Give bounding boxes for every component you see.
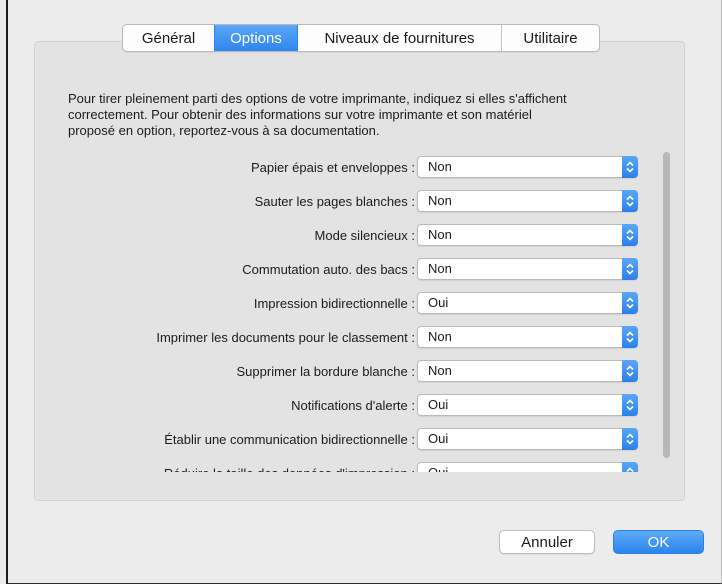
option-row-bidirectional-comm: Établir une communication bidirectionnel… — [66, 428, 641, 452]
tab-supply-levels[interactable]: Niveaux de fournitures — [297, 25, 501, 51]
ok-button[interactable]: OK — [613, 530, 704, 554]
select-value: Non — [428, 363, 452, 378]
option-label: Imprimer les documents pour le classemen… — [156, 330, 415, 345]
option-row-auto-tray: Commutation auto. des bacs : Non — [66, 258, 641, 282]
select-value: Non — [428, 227, 452, 242]
quiet-mode-select[interactable]: Non — [417, 224, 638, 246]
select-value: Oui — [428, 431, 449, 446]
select-value: Oui — [428, 463, 448, 472]
vertical-scrollbar[interactable] — [663, 152, 670, 458]
remove-border-select[interactable]: Non — [417, 360, 638, 382]
option-label: Notifications d'alerte : — [291, 398, 415, 413]
updown-arrows-icon — [622, 394, 638, 416]
intro-line-2: correctement. Pour obtenir des informati… — [68, 107, 532, 122]
option-label: Mode silencieux : — [314, 228, 415, 243]
updown-arrows-icon — [622, 326, 638, 348]
option-label: Supprimer la bordure blanche : — [236, 364, 416, 379]
bidirectional-print-select[interactable]: Oui — [417, 292, 638, 314]
updown-arrows-icon — [622, 428, 638, 450]
option-label: Réduire la taille des données d'impressi… — [164, 462, 415, 472]
intro-line-3: proposé en option, reportez-vous à sa do… — [68, 123, 380, 138]
tab-general[interactable]: Général — [123, 25, 214, 51]
intro-text: Pour tirer pleinement parti des options … — [68, 91, 698, 139]
select-value: Non — [428, 329, 452, 344]
tab-utility[interactable]: Utilitaire — [501, 25, 599, 51]
option-row-quiet-mode: Mode silencieux : Non — [66, 224, 641, 248]
updown-arrows-icon — [622, 190, 638, 212]
updown-arrows-icon — [622, 360, 638, 382]
alert-notifications-select[interactable]: Oui — [417, 394, 638, 416]
updown-arrows-icon — [622, 156, 638, 178]
option-label: Établir une communication bidirectionnel… — [164, 432, 415, 447]
thick-paper-select[interactable]: Non — [417, 156, 638, 178]
select-value: Oui — [428, 295, 449, 310]
option-label: Impression bidirectionnelle : — [253, 296, 415, 311]
option-row-bidirectional-print: Impression bidirectionnelle : Oui — [66, 292, 641, 316]
option-row-filing: Imprimer les documents pour le classemen… — [66, 326, 641, 350]
option-row-alert-notifications: Notifications d'alerte : Oui — [66, 394, 641, 418]
updown-arrows-icon — [622, 224, 638, 246]
tab-bar: Général Options Niveaux de fournitures U… — [122, 24, 600, 52]
skip-blank-select[interactable]: Non — [417, 190, 638, 212]
select-value: Non — [428, 193, 452, 208]
filing-select[interactable]: Non — [417, 326, 638, 348]
intro-line-1: Pour tirer pleinement parti des options … — [68, 91, 567, 106]
scrollbar-thumb[interactable] — [663, 152, 670, 458]
select-value: Oui — [428, 397, 449, 412]
option-row-skip-blank: Sauter les pages blanches : Non — [66, 190, 641, 214]
reduce-data-select[interactable]: Oui — [417, 462, 638, 472]
option-label: Papier épais et enveloppes : — [250, 160, 415, 175]
select-value: Non — [428, 261, 452, 276]
updown-arrows-icon — [622, 292, 638, 314]
option-row-remove-border: Supprimer la bordure blanche : Non — [66, 360, 641, 384]
select-value: Non — [428, 159, 452, 174]
options-list: Papier épais et enveloppes : Non Sauter … — [66, 145, 666, 472]
option-row-reduce-data: Réduire la taille des données d'impressi… — [66, 462, 641, 472]
tab-options[interactable]: Options — [214, 25, 297, 51]
updown-arrows-icon — [622, 258, 638, 280]
cancel-button[interactable]: Annuler — [499, 530, 595, 554]
auto-tray-select[interactable]: Non — [417, 258, 638, 280]
option-label: Sauter les pages blanches : — [254, 194, 415, 209]
bidirectional-comm-select[interactable]: Oui — [417, 428, 638, 450]
option-label: Commutation auto. des bacs : — [242, 262, 415, 277]
option-row-thick-paper: Papier épais et enveloppes : Non — [66, 156, 641, 180]
updown-arrows-icon — [622, 462, 638, 472]
